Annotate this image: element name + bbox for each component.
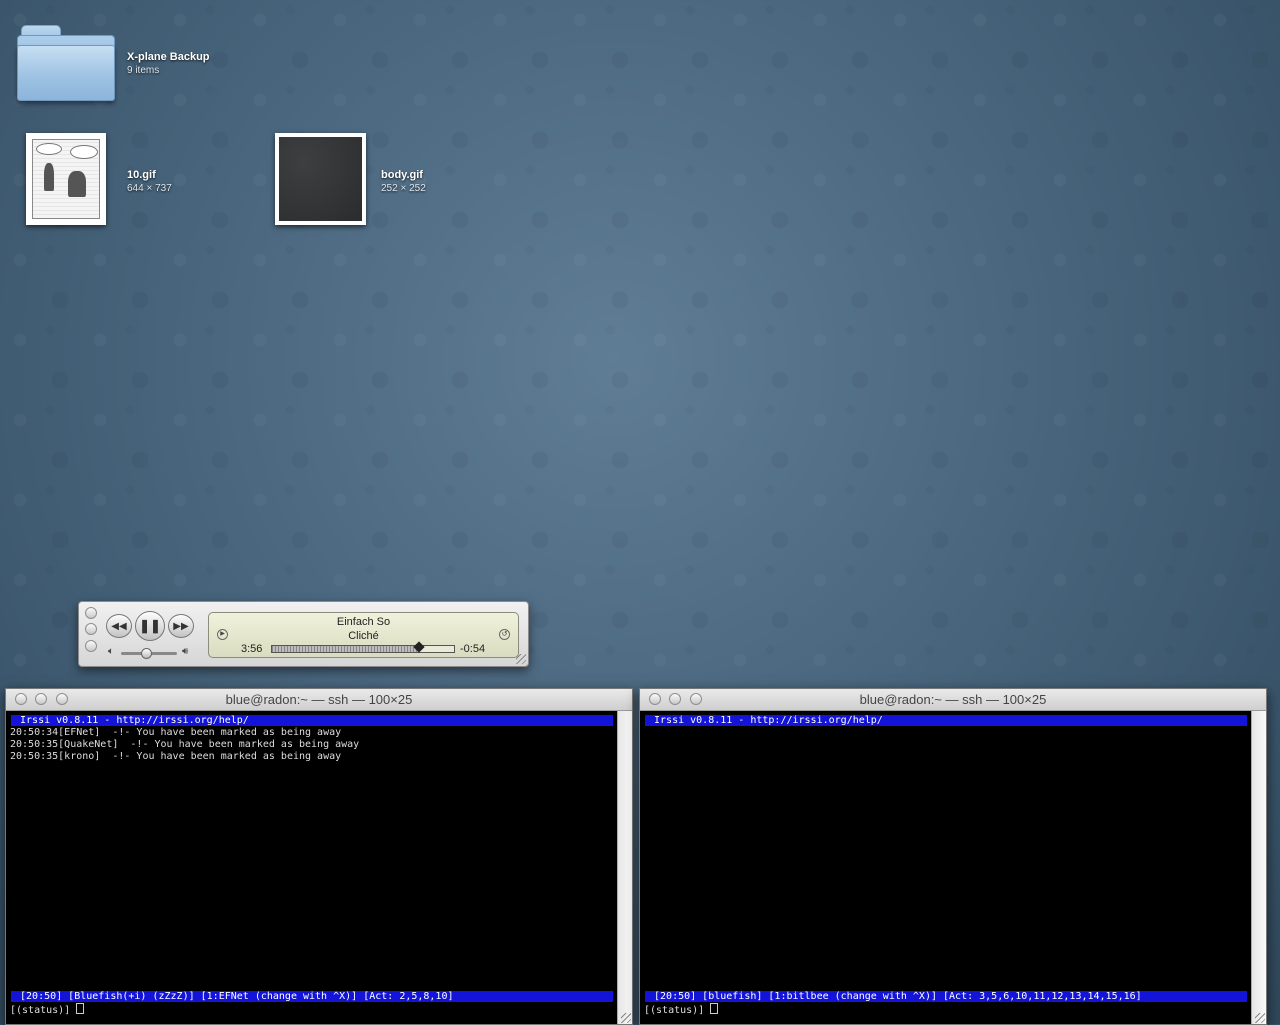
minimize-button[interactable] <box>85 623 97 635</box>
terminal-line: 20:50:35[krono] -!- You have been marked… <box>10 751 342 762</box>
close-button[interactable] <box>85 607 97 619</box>
fast-forward-icon: ▶▶ <box>173 620 189 632</box>
irssi-header-bar: Irssi v0.8.11 - http://irssi.org/help/ <box>645 715 1247 726</box>
title-bar[interactable]: blue@radon:~ — ssh — 100×25 <box>640 689 1266 711</box>
scrollbar[interactable] <box>617 711 632 1024</box>
cursor <box>710 1003 719 1014</box>
file-name: body.gif <box>381 169 423 181</box>
cursor <box>76 1003 85 1014</box>
prompt: [(status)] <box>10 1005 77 1016</box>
elapsed-time: 3:56 <box>241 643 263 655</box>
zoom-button[interactable] <box>85 640 97 652</box>
input-line[interactable]: [(status)] <box>10 1003 85 1017</box>
prompt: [(status)] <box>644 1005 711 1016</box>
remaining-time: -0:54 <box>460 643 486 655</box>
terminal-window-right[interactable]: blue@radon:~ — ssh — 100×25 Irssi v0.8.1… <box>639 688 1267 1025</box>
texture-thumbnail <box>275 133 366 225</box>
volume-high-icon: 🔊︎ <box>182 646 189 657</box>
comic-thumbnail <box>26 133 106 225</box>
next-track-button[interactable]: ▶▶ <box>168 614 194 638</box>
rewind-icon: ◀◀ <box>111 620 127 632</box>
previous-track-button[interactable]: ◀◀ <box>106 614 132 638</box>
terminal-content[interactable]: Irssi v0.8.11 - http://irssi.org/help/ [… <box>640 711 1252 1024</box>
input-line[interactable]: [(status)] <box>644 1003 719 1017</box>
folder-icon <box>17 25 115 103</box>
resize-grip[interactable] <box>516 654 526 664</box>
folder-name: X-plane Backup <box>127 51 210 63</box>
pause-icon: ❚❚ <box>139 618 161 633</box>
terminal-window-left[interactable]: blue@radon:~ — ssh — 100×25 Irssi v0.8.1… <box>5 688 633 1025</box>
irssi-header-bar: Irssi v0.8.11 - http://irssi.org/help/ <box>11 715 613 726</box>
irssi-status-bar: [20:50] [Bluefish(+i) (zZzZ)] [1:EFNet (… <box>11 991 613 1002</box>
play-pause-button[interactable]: ❚❚ <box>135 611 165 641</box>
file-name: 10.gif <box>127 169 156 181</box>
volume-low-icon: 🔈︎ <box>108 646 114 657</box>
resize-grip[interactable] <box>621 1013 631 1023</box>
song-title: Einfach So <box>336 616 391 628</box>
window-title: blue@radon:~ — ssh — 100×25 <box>225 692 413 707</box>
irssi-status-bar: [20:50] [bluefish] [1:bitlbee (change wi… <box>645 991 1247 1002</box>
window-title: blue@radon:~ — ssh — 100×25 <box>859 692 1047 707</box>
now-playing-display: ▶ Einfach So Cliché 3:56 -0:54 ↺ <box>208 612 519 658</box>
volume-knob[interactable] <box>141 648 153 659</box>
snapback-icon[interactable]: ↺ <box>499 629 510 640</box>
terminal-line: 20:50:34[EFNet] -!- You have been marked… <box>10 727 342 738</box>
progress-fill <box>272 646 420 652</box>
file-dimensions: 252 × 252 <box>381 183 426 194</box>
resize-grip[interactable] <box>1255 1013 1265 1023</box>
progress-bar[interactable] <box>271 641 455 653</box>
volume-slider[interactable] <box>121 648 177 659</box>
itunes-mini-player: ◀◀ ❚❚ ▶▶ 🔈︎ 🔊︎ ▶ Einfach So Cliché 3:56 … <box>78 601 529 667</box>
scrollbar[interactable] <box>1251 711 1266 1024</box>
file-dimensions: 644 × 737 <box>127 183 172 194</box>
artist-name: Cliché <box>348 630 379 642</box>
terminal-line: 20:50:35[QuakeNet] -!- You have been mar… <box>10 739 360 750</box>
folder-info: 9 items <box>127 65 160 76</box>
terminal-content[interactable]: Irssi v0.8.11 - http://irssi.org/help/ 2… <box>6 711 618 1024</box>
title-bar[interactable]: blue@radon:~ — ssh — 100×25 <box>6 689 632 711</box>
